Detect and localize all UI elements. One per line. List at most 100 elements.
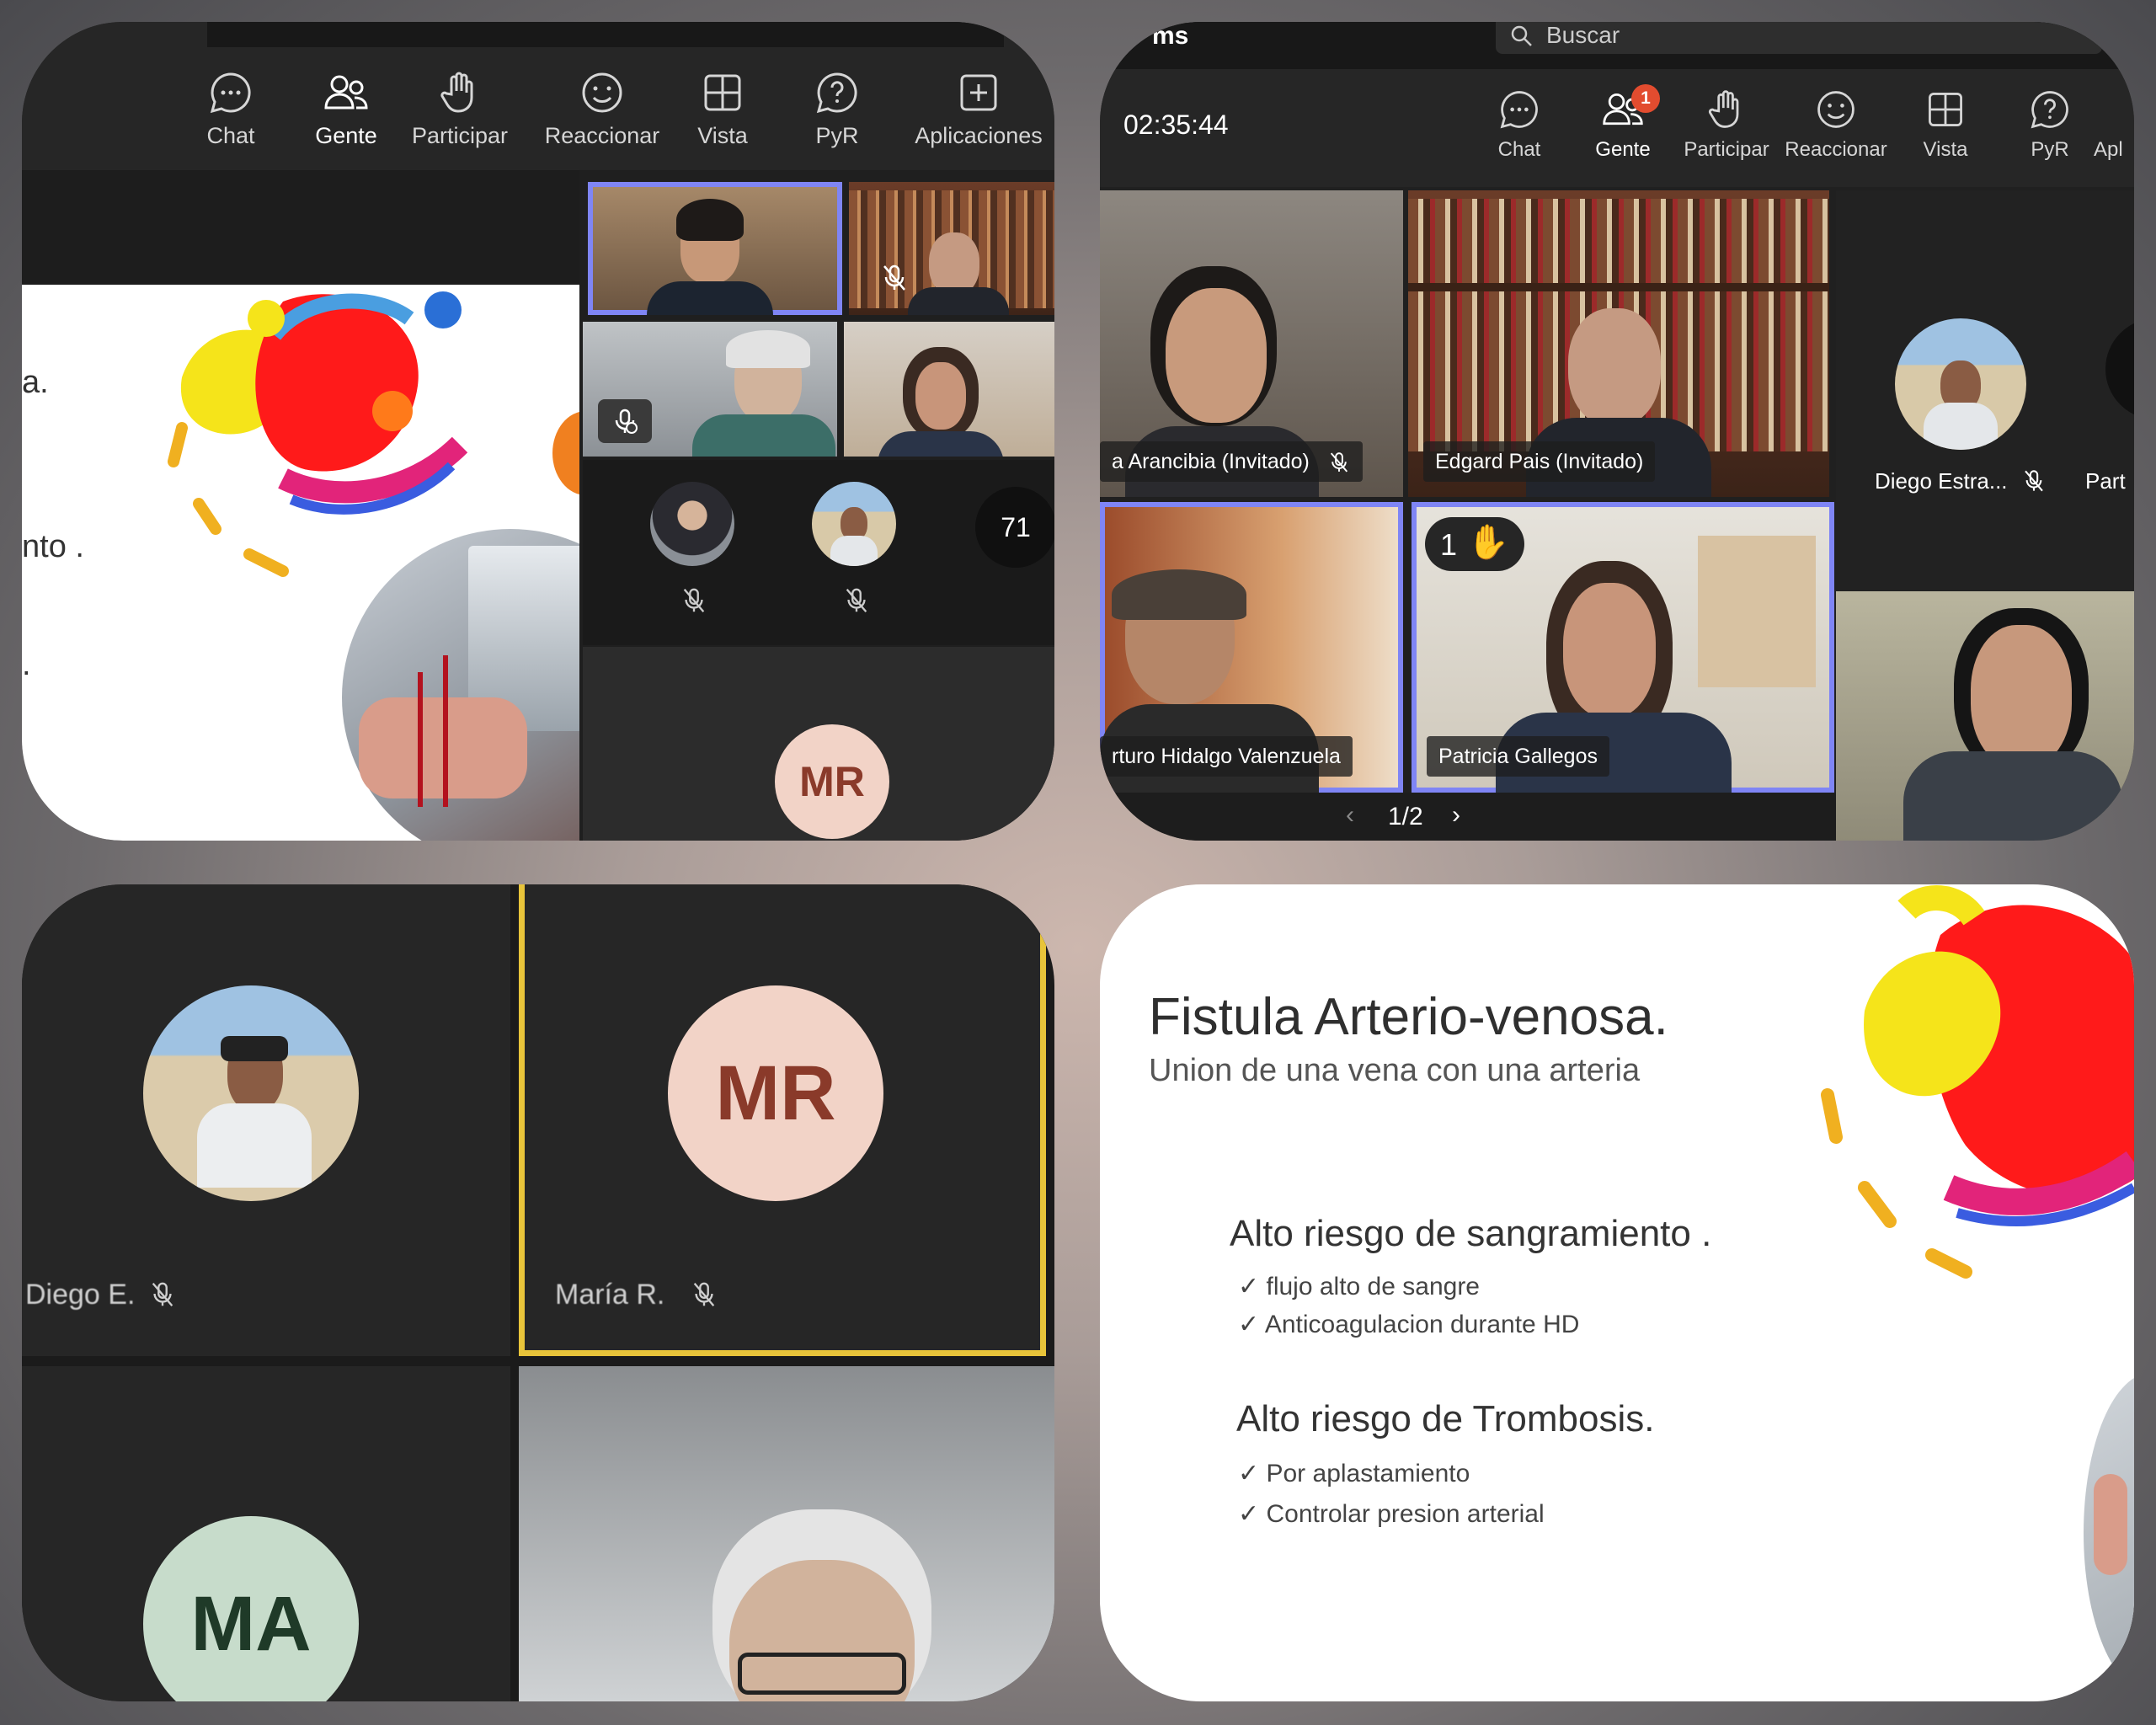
view-button[interactable]: Vista	[659, 69, 786, 149]
grid-view-icon	[704, 74, 741, 111]
meeting-timer: 02:35:44	[1123, 109, 1229, 140]
hand-icon	[440, 72, 473, 113]
mic-off-icon	[152, 1282, 173, 1306]
participant-name: María R.	[555, 1279, 665, 1311]
participant-video[interactable]: Edgard Pais (Invitado)	[1408, 190, 1829, 497]
participant-video[interactable]: rturo Hidalgo Valenzuela	[1100, 502, 1403, 793]
chat-button[interactable]: Chat	[168, 69, 294, 149]
search-box[interactable]: Buscar	[1496, 22, 2102, 54]
participant-video[interactable]	[519, 1366, 1054, 1701]
participant-video[interactable]: 1 ✋ Patricia Gallegos	[1412, 502, 1834, 793]
question-bubble-icon	[2031, 91, 2068, 129]
grid-view-icon	[1929, 93, 1962, 126]
participant-avatar[interactable]	[650, 482, 734, 566]
raise-hand-button[interactable]: Participar	[397, 69, 523, 149]
participant-video[interactable]	[849, 182, 1054, 315]
participant-initials-avatar: MR	[668, 985, 883, 1201]
react-button[interactable]: Reaccionar	[539, 69, 665, 149]
participant-name: Diego Estra...	[1875, 468, 2008, 494]
participant-tile[interactable]: Diego Estra... Part	[1836, 190, 2134, 611]
apps-button[interactable]: Aplicaciones	[903, 69, 1054, 149]
stage-header	[22, 170, 579, 285]
slide-text-fragment: nto .	[22, 529, 84, 564]
event-logo	[1821, 885, 2134, 1279]
slide-bullet-text: Controlar presion arterial	[1266, 1500, 1545, 1528]
participant-name-tag: Patricia Gallegos	[1427, 736, 1609, 777]
view-label: Vista	[1923, 138, 1968, 161]
slide-subtitle: Union de una vena con una arteria	[1149, 1053, 1641, 1088]
smiley-icon	[582, 72, 622, 113]
add-app-icon	[960, 74, 997, 111]
apps-label: Aplicaciones	[915, 123, 1043, 148]
people-icon	[324, 75, 368, 109]
meeting-window-presentation: Chat Gente Participar Reaccionar Vista P…	[22, 22, 1054, 841]
apps-label: Apl	[2094, 138, 2123, 161]
participant-video[interactable]: a Arancibia (Invitado)	[1100, 190, 1403, 497]
participant-name: Diego E.	[25, 1279, 136, 1311]
mic-off-icon	[683, 588, 705, 612]
participant-name: a Arancibia (Invitado)	[1112, 450, 1310, 473]
slide-text-fragment: .	[22, 647, 31, 682]
participant-video[interactable]	[844, 322, 1054, 457]
dialysis-photo	[2084, 1373, 2134, 1693]
people-label: Gente	[1595, 138, 1651, 161]
view-label: Vista	[697, 123, 748, 148]
participant-initials-avatar: MA	[143, 1516, 359, 1701]
slide-bullet-text: Por aplastamiento	[1266, 1460, 1470, 1487]
participant-name-tag: rturo Hidalgo Valenzuela	[1100, 736, 1353, 777]
participant-name-tag: a Arancibia (Invitado)	[1100, 441, 1363, 482]
slide-section-heading: Alto riesgo de sangramiento .	[1230, 1213, 1712, 1254]
slide-bullet: ✓ Por aplastamiento	[1238, 1460, 1470, 1487]
next-page-icon[interactable]: ›	[1452, 801, 1460, 830]
participant-tile[interactable]: MR	[583, 647, 1054, 841]
slide-bullet: ✓ Anticoagulacion durante HD	[1238, 1311, 1580, 1338]
meeting-toolbar: ms Buscar 02:35:44 Chat Gente 1 Particip…	[1100, 22, 2134, 198]
chat-label: Chat	[206, 123, 255, 148]
participant-name: rturo Hidalgo Valenzuela	[1112, 745, 1341, 768]
chat-icon	[210, 72, 251, 114]
participant-avatar	[1895, 318, 2026, 450]
people-button[interactable]: Gente	[283, 69, 409, 186]
slide-bullet: ✓ flujo alto de sangre	[1238, 1273, 1480, 1300]
react-label: Reaccionar	[544, 123, 660, 148]
meeting-window-gallery: ms Buscar 02:35:44 Chat Gente 1 Particip…	[1100, 22, 2134, 841]
mic-off-icon	[846, 588, 867, 612]
participant-tile[interactable]: MA	[22, 1366, 510, 1701]
app-title: ms	[1152, 22, 1189, 50]
people-label: Gente	[315, 123, 377, 148]
participant-video[interactable]	[1836, 591, 2134, 841]
participant-video[interactable]	[583, 322, 837, 457]
shared-slide: a. nto . .	[22, 285, 579, 841]
raised-hand-indicator: 1 ✋	[1425, 517, 1524, 571]
prev-page-icon[interactable]: ‹	[1346, 801, 1354, 830]
participant-tile-active-speaker[interactable]: MR María R.	[519, 884, 1046, 1356]
react-label: Reaccionar	[1785, 138, 1887, 161]
qa-button[interactable]: PyR	[774, 69, 900, 149]
hand-icon: ✋	[1467, 524, 1509, 561]
meeting-toolbar: Chat Gente Participar Reaccionar Vista P…	[22, 22, 1054, 186]
participant-avatar[interactable]	[812, 482, 896, 566]
qa-label: PyR	[2031, 138, 2069, 161]
participant-name: Part	[2085, 468, 2126, 494]
apps-button[interactable]: Apl	[2094, 88, 2134, 162]
mic-off-icon	[883, 264, 905, 291]
chat-icon	[1500, 91, 1538, 129]
mic-off-icon	[1330, 452, 1348, 473]
qa-label: PyR	[815, 123, 859, 148]
participant-tile[interactable]: Diego E.	[22, 884, 510, 1356]
title-bar: ms Buscar	[1100, 22, 2134, 69]
mic-off-icon	[693, 1282, 715, 1306]
title-bar	[207, 22, 1004, 47]
search-placeholder: Buscar	[1546, 22, 1620, 48]
mic-off-icon	[615, 409, 638, 434]
participate-label: Participar	[1684, 138, 1769, 161]
participant-video[interactable]	[588, 182, 842, 315]
hand-icon	[1709, 90, 1739, 128]
participant-name: Patricia Gallegos	[1438, 745, 1598, 768]
slide-text-fragment: a.	[22, 365, 49, 400]
smiley-icon	[1817, 91, 1854, 128]
slide-bullet: ✓ Controlar presion arterial	[1238, 1500, 1545, 1528]
page-indicator: 1/2	[1388, 803, 1423, 830]
more-participants-count[interactable]: 71	[975, 487, 1054, 568]
participant-name: Edgard Pais (Invitado)	[1435, 450, 1644, 473]
